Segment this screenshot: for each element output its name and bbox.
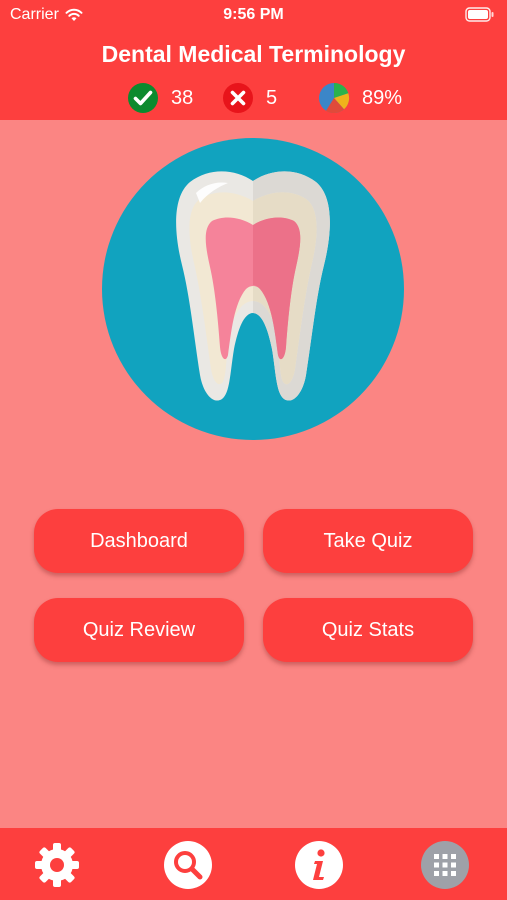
correct-count: 38 (171, 86, 194, 109)
status-bar: Carrier 9:56 PM (0, 0, 507, 32)
take-quiz-button[interactable]: Take Quiz (263, 509, 473, 573)
correct-count-stat: 38 (127, 82, 193, 114)
apps-grid-icon[interactable] (420, 840, 470, 890)
app-title: Dental Medical Terminology (101, 41, 406, 67)
status-time: 9:56 PM (223, 6, 284, 23)
quiz-stats-button[interactable]: Quiz Stats (263, 598, 473, 662)
info-icon[interactable] (294, 840, 344, 890)
dashboard-button[interactable]: Dashboard (34, 509, 244, 573)
search-icon[interactable] (163, 840, 213, 890)
wrong-count-stat: 5 (222, 82, 277, 114)
quiz-review-button[interactable]: Quiz Review (34, 598, 244, 662)
bottom-tab-bar (0, 828, 507, 900)
app-header: Carrier 9:56 PM Dental Medical Terminolo… (0, 0, 507, 120)
tooth-icon (102, 138, 404, 440)
check-circle-icon (128, 83, 158, 113)
score-summary: 38 5 89% (0, 82, 507, 116)
cross-circle-icon (223, 83, 253, 113)
score-percent-stat: 89% (318, 82, 402, 114)
score-percent: 89% (362, 86, 403, 109)
battery-icon (465, 7, 494, 22)
wrong-count: 5 (266, 86, 278, 109)
gear-icon[interactable] (32, 840, 82, 890)
pie-chart-icon (319, 82, 350, 114)
